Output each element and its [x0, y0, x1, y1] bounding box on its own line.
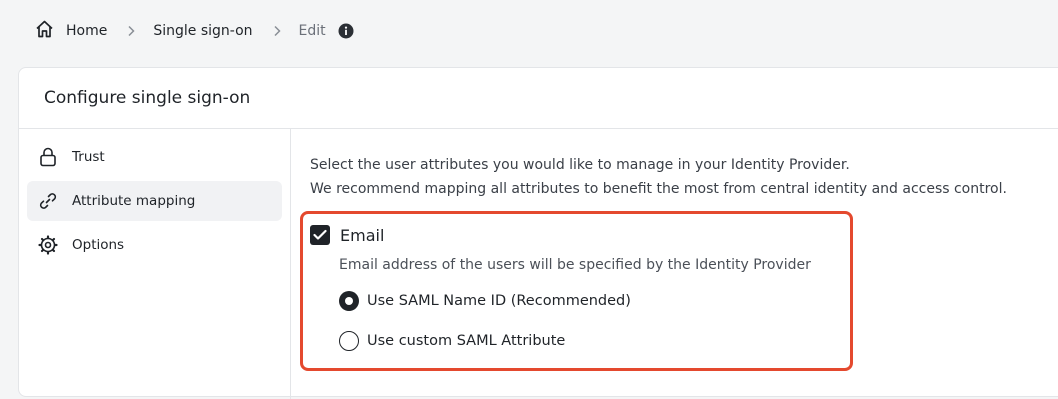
sidebar-item-options[interactable]: Options	[27, 225, 282, 265]
chevron-right-icon	[127, 25, 135, 37]
sidebar-item-trust[interactable]: Trust	[27, 137, 282, 177]
radio-button-selected[interactable]	[339, 291, 359, 311]
settings-sidebar: Trust Attribute mapping Options	[19, 129, 291, 399]
radio-custom-saml-attribute[interactable]: Use custom SAML Attribute	[339, 331, 565, 351]
info-icon[interactable]	[338, 23, 354, 39]
radio-label: Use custom SAML Attribute	[367, 333, 566, 349]
email-description: Email address of the users will be speci…	[339, 257, 811, 273]
email-attribute-row[interactable]: Email	[310, 225, 384, 245]
gear-icon	[38, 235, 58, 255]
sidebar-item-label: Options	[72, 237, 125, 253]
breadcrumb-home[interactable]: Home	[34, 19, 107, 43]
sidebar-item-label: Attribute mapping	[72, 193, 196, 209]
intro-text: Select the user attributes you would lik…	[310, 157, 850, 173]
lock-icon	[38, 147, 58, 167]
configure-sso-card: Configure single sign-on Trust Attribute…	[18, 67, 1058, 399]
radio-button[interactable]	[339, 331, 359, 351]
email-checkbox[interactable]	[310, 225, 330, 245]
sidebar-item-label: Trust	[72, 149, 105, 165]
breadcrumb-current: Edit	[298, 23, 326, 39]
radio-label: Use SAML Name ID (Recommended)	[367, 293, 631, 309]
link-icon	[38, 191, 58, 211]
card-title: Configure single sign-on	[19, 68, 1058, 129]
email-label: Email	[340, 225, 385, 245]
home-icon	[34, 19, 55, 43]
breadcrumb-single-sign-on[interactable]: Single sign-on	[153, 23, 252, 39]
radio-saml-name-id[interactable]: Use SAML Name ID (Recommended)	[339, 291, 631, 311]
sidebar-item-attribute-mapping[interactable]: Attribute mapping	[27, 181, 282, 221]
chevron-right-icon	[273, 25, 281, 37]
breadcrumb-home-label[interactable]: Home	[66, 23, 107, 39]
attribute-mapping-panel: Select the user attributes you would lik…	[310, 129, 1058, 201]
recommendation-text: We recommend mapping all attributes to b…	[310, 181, 1007, 197]
breadcrumb: Home Single sign-on Edit	[34, 18, 354, 44]
